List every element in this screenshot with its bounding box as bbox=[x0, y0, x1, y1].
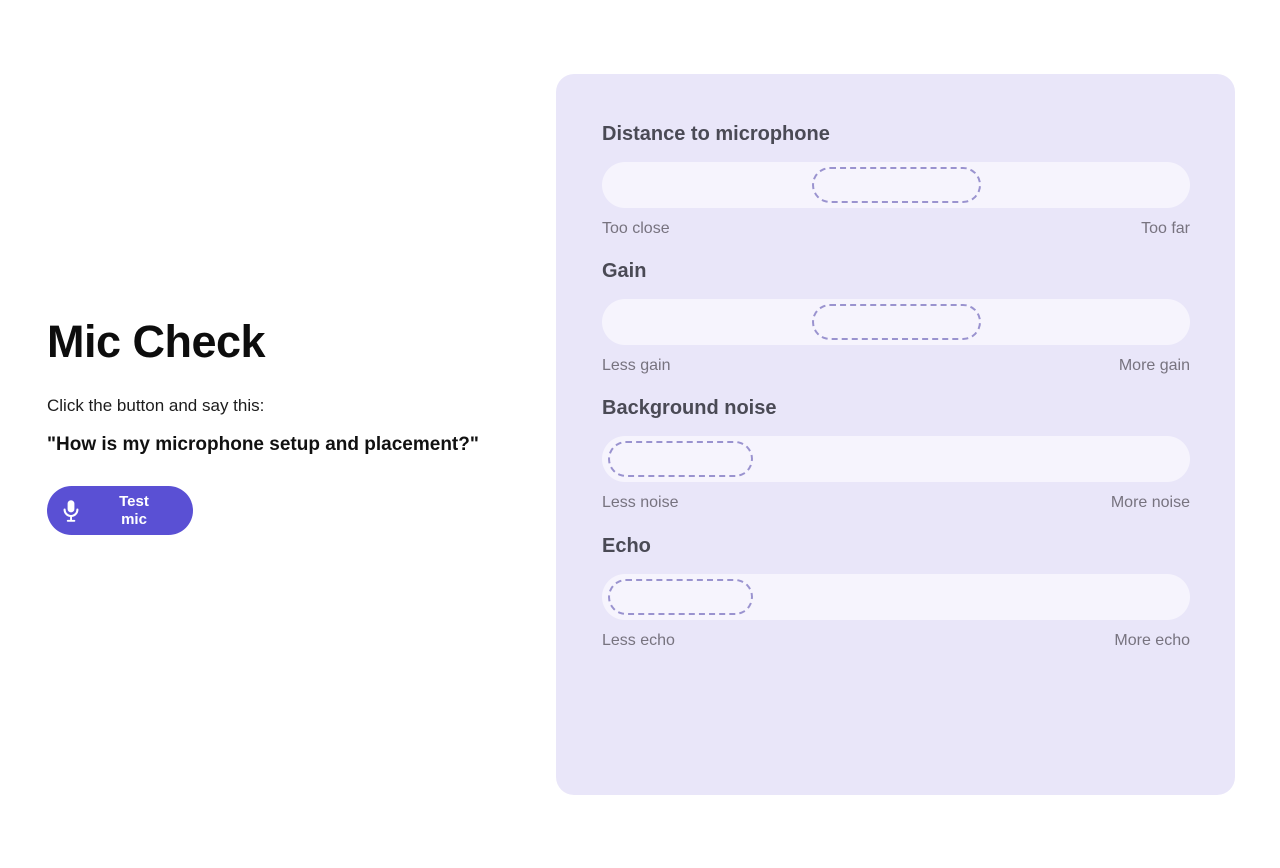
slider-group-distance: Distance to microphone Too close Too far bbox=[602, 122, 1190, 238]
page-title: Mic Check bbox=[47, 316, 266, 367]
test-mic-label: Test mic bbox=[119, 493, 149, 528]
microphone-icon bbox=[61, 499, 81, 523]
slider-max-label-distance: Too far bbox=[1141, 220, 1190, 237]
test-mic-button[interactable]: Test mic bbox=[47, 486, 193, 536]
slider-thumb-background-noise[interactable] bbox=[608, 441, 753, 478]
mic-check-page: Mic Check Click the button and say this:… bbox=[0, 0, 1280, 868]
test-phrase: "How is my microphone setup and placemen… bbox=[47, 434, 479, 456]
slider-thumb-distance[interactable] bbox=[812, 167, 981, 203]
slider-title-distance: Distance to microphone bbox=[602, 123, 830, 145]
slider-group-echo: Echo Less echo More echo bbox=[602, 534, 1190, 650]
slider-thumb-echo[interactable] bbox=[608, 578, 753, 615]
slider-group-gain: Gain Less gain More gain bbox=[602, 259, 1190, 375]
instruction-text: Click the button and say this: bbox=[47, 396, 265, 416]
slider-scale-gain: Less gain More gain bbox=[602, 356, 1190, 375]
slider-group-background-noise: Background noise Less noise More noise bbox=[602, 396, 1190, 512]
slider-min-label-echo: Less echo bbox=[602, 631, 675, 649]
slider-max-label-gain: More gain bbox=[1118, 357, 1190, 375]
slider-title-gain: Gain bbox=[602, 260, 647, 283]
slider-max-label-echo: More echo bbox=[1114, 631, 1190, 649]
slider-min-label-gain: Less gain bbox=[602, 357, 671, 375]
slider-min-label-distance: Too close bbox=[602, 220, 670, 237]
slider-scale-background-noise: Less noise More noise bbox=[602, 493, 1190, 512]
slider-scale-distance: Too close Too far bbox=[602, 219, 1190, 238]
slider-thumb-gain[interactable] bbox=[812, 304, 981, 341]
intro-section: Mic Check Click the button and say this:… bbox=[47, 316, 517, 536]
slider-scale-echo: Less echo More echo bbox=[602, 631, 1190, 650]
slider-max-label-background-noise: More noise bbox=[1110, 494, 1190, 512]
mic-settings-panel: Distance to microphone Too close Too far… bbox=[556, 74, 1235, 795]
slider-track-background-noise[interactable] bbox=[602, 436, 1190, 483]
slider-min-label-background-noise: Less noise bbox=[602, 494, 679, 512]
slider-track-echo[interactable] bbox=[602, 573, 1190, 620]
slider-track-distance[interactable] bbox=[602, 162, 1190, 208]
slider-track-gain[interactable] bbox=[602, 299, 1190, 346]
slider-title-echo: Echo bbox=[602, 534, 651, 557]
slider-title-background-noise: Background noise bbox=[602, 397, 777, 420]
